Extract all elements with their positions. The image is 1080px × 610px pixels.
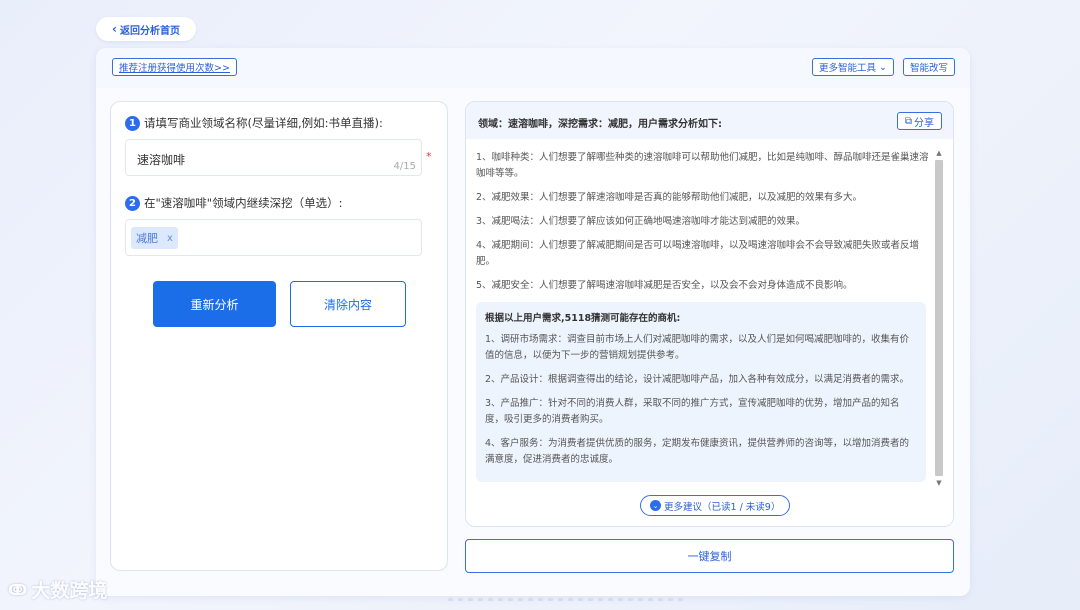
step-number-2: 2 (125, 195, 140, 211)
back-to-home-button[interactable]: ‹ 返回分析首页 (96, 17, 196, 41)
business-item: 3、产品推广：针对不同的消费人群，采取不同的推广方式，宣传减肥咖啡的优势，增加产… (485, 398, 900, 425)
scroll-down-icon[interactable]: ▼ (934, 478, 944, 488)
tag-remove-icon[interactable]: x (167, 233, 173, 244)
subtopic-select[interactable]: 减肥 x (125, 219, 422, 256)
need-item: 3、减肥喝法：人们想要了解应该如何正确地喝速溶咖啡才能达到减肥的效果。 (476, 216, 806, 227)
need-item: 5、减肥安全：人们想要了解喝速溶咖啡减肥是否安全，以及会不会对身体造成不良影响。 (476, 280, 853, 291)
pagination-dots (448, 598, 683, 601)
top-toolbar: 推荐注册获得使用次数>> 更多智能工具 ⌄ 智能改写 (96, 48, 970, 88)
main-card: 推荐注册获得使用次数>> 更多智能工具 ⌄ 智能改写 1 请填写商业领域名称(尽… (96, 48, 970, 596)
selected-tag-label: 减肥 (136, 232, 158, 245)
more-suggestions-label: 更多建议（已读1 / 未读9） (664, 501, 781, 513)
back-label: 返回分析首页 (119, 25, 180, 37)
result-title: 领域：速溶咖啡，深挖需求：减肥，用户需求分析如下: (478, 119, 722, 130)
more-tools-dropdown[interactable]: 更多智能工具 ⌄ (812, 58, 894, 76)
business-title: 根据以上用户需求,5118猜测可能存在的商机: (485, 313, 681, 324)
copy-all-button[interactable]: 一键复制 (465, 539, 954, 573)
clear-content-button[interactable]: 清除内容 (290, 281, 406, 327)
more-suggestions-button[interactable]: ⌄ 更多建议（已读1 / 未读9） (640, 495, 791, 516)
result-header: 领域：速溶咖啡，深挖需求：减肥，用户需求分析如下: ⧉ 分享 (466, 102, 953, 139)
required-mark: * (426, 150, 432, 163)
step1-label: 1 请填写商业领域名称(尽量详细,例如:书单直播): (125, 115, 383, 131)
scrollbar-thumb[interactable] (935, 160, 943, 476)
chevron-down-icon: ⌄ (879, 61, 887, 73)
reanalyze-button[interactable]: 重新分析 (153, 281, 276, 327)
more-tools-label: 更多智能工具 (819, 63, 877, 74)
share-icon: ⧉ (904, 115, 912, 127)
business-opportunities-box: 根据以上用户需求,5118猜测可能存在的商机: 1、调研市场需求：调查目前市场上… (476, 302, 926, 482)
chevron-left-icon: ‹ (112, 22, 117, 36)
expand-down-icon: ⌄ (650, 500, 661, 511)
step-number-1: 1 (125, 115, 140, 131)
result-panel: 领域：速溶咖啡，深挖需求：减肥，用户需求分析如下: ⧉ 分享 1、咖啡种类：人们… (465, 101, 954, 527)
watermark: ↂ 大数跨境 (8, 576, 107, 603)
business-item: 4、客户服务：为消费者提供优质的服务，定期发布健康资讯，提供营养师的咨询等，以增… (485, 438, 910, 465)
result-content: 1、咖啡种类：人们想要了解哪些种类的速溶咖啡可以帮助他们减肥，比如是纯咖啡、醇品… (476, 150, 929, 482)
domain-name-value: 速溶咖啡 (137, 153, 186, 167)
business-item: 1、调研市场需求：调查目前市场上人们对减肥咖啡的需求，以及人们是如何喝减肥咖啡的… (485, 334, 910, 361)
watermark-text: 大数跨境 (31, 580, 108, 602)
need-item: 2、减肥效果：人们想要了解速溶咖啡是否真的能够帮助他们减肥，以及减肥的效果有多大… (476, 192, 863, 203)
selected-tag: 减肥 x (131, 227, 178, 249)
need-item: 4、减肥期间：人们想要了解减肥期间是否可以喝速溶咖啡，以及喝速溶咖啡会不会导致减… (476, 240, 920, 267)
step2-label: 2 在"速溶咖啡"领域内继续深挖（单选）: (125, 195, 342, 211)
input-panel: 1 请填写商业领域名称(尽量详细,例如:书单直播): 速溶咖啡 4/15 * 2… (110, 101, 448, 571)
need-item: 1、咖啡种类：人们想要了解哪些种类的速溶咖啡可以帮助他们减肥，比如是纯咖啡、醇品… (476, 152, 929, 179)
step2-text: 在"速溶咖啡"领域内继续深挖（单选）: (144, 196, 343, 210)
register-promo-link[interactable]: 推荐注册获得使用次数>> (112, 58, 237, 76)
share-label: 分享 (914, 117, 934, 129)
watermark-logo-icon: ↂ (8, 580, 28, 599)
domain-name-input[interactable]: 速溶咖啡 4/15 (125, 139, 422, 176)
smart-rewrite-button[interactable]: 智能改写 (903, 58, 956, 76)
business-item: 2、产品设计：根据调查得出的结论，设计减肥咖啡产品，加入各种有效成分，以满足消费… (485, 374, 910, 385)
step1-text: 请填写商业领域名称(尽量详细,例如:书单直播): (144, 116, 383, 130)
char-counter: 4/15 (393, 161, 416, 172)
scroll-up-icon[interactable]: ▲ (934, 148, 944, 158)
result-scrollbar[interactable]: ▲ ▼ (934, 148, 944, 488)
share-button[interactable]: ⧉ 分享 (896, 112, 942, 130)
